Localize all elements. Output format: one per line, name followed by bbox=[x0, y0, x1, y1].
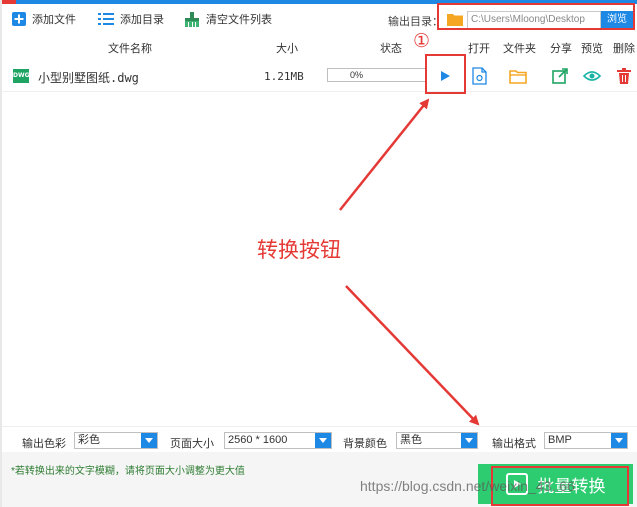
file-name: 小型别墅图纸.dwg bbox=[38, 71, 139, 85]
add-folder-button[interactable]: 添加目录 bbox=[98, 8, 164, 30]
header-size: 大小 bbox=[276, 43, 298, 55]
file-open-icon bbox=[471, 67, 487, 85]
tip-text: *若转换出来的文字模糊，请将页面大小调整为更大值 bbox=[11, 466, 245, 477]
annotation-text: 转换按钮 bbox=[257, 238, 341, 262]
color-select[interactable]: 彩色 bbox=[74, 432, 158, 449]
clear-list-label: 清空文件列表 bbox=[206, 14, 272, 26]
output-dir-highlight bbox=[437, 3, 635, 30]
dwg-file-icon: DWG bbox=[13, 69, 30, 83]
share-icon bbox=[552, 68, 568, 84]
app-window: 添加文件 添加目录 清空文件列表 输出目录： C:\Users\Mloong\D… bbox=[0, 0, 637, 507]
format-select[interactable]: BMP bbox=[544, 432, 628, 449]
page-size-label: 页面大小 bbox=[170, 438, 214, 450]
bg-color-label: 背景颜色 bbox=[343, 438, 387, 450]
play-button-highlight bbox=[425, 54, 466, 94]
list-icon bbox=[98, 13, 114, 25]
options-bar: 输出色彩 彩色 页面大小 2560 * 1600 背景颜色 黑色 输出格式 BM… bbox=[0, 426, 637, 452]
page-size-select-value: 2560 * 1600 bbox=[228, 434, 288, 446]
table-row[interactable]: DWG 小型别墅图纸.dwg 1.21MB 0% bbox=[0, 60, 637, 92]
color-label: 输出色彩 bbox=[22, 438, 66, 450]
eye-icon bbox=[583, 71, 601, 81]
chevron-down-icon bbox=[141, 433, 157, 448]
arrow-to-play bbox=[339, 98, 430, 211]
page-size-select[interactable]: 2560 * 1600 bbox=[224, 432, 332, 449]
format-select-value: BMP bbox=[548, 434, 572, 446]
header-status: 状态 bbox=[380, 43, 402, 55]
header-folder: 文件夹 bbox=[503, 43, 536, 55]
add-file-button[interactable]: 添加文件 bbox=[12, 8, 76, 30]
bg-color-select[interactable]: 黑色 bbox=[396, 432, 478, 449]
folder-open-icon bbox=[509, 69, 527, 84]
progress-label: 0% bbox=[350, 70, 364, 80]
delete-button[interactable] bbox=[613, 65, 635, 87]
format-label: 输出格式 bbox=[492, 438, 536, 450]
header-preview: 预览 bbox=[581, 43, 603, 55]
share-button[interactable] bbox=[549, 65, 571, 87]
plus-icon bbox=[12, 12, 26, 26]
open-folder-button[interactable] bbox=[507, 65, 529, 87]
file-size: 1.21MB bbox=[264, 70, 304, 83]
color-select-value: 彩色 bbox=[78, 434, 100, 446]
output-dir-label: 输出目录： bbox=[388, 16, 443, 28]
window-left-border bbox=[0, 0, 2, 507]
open-file-button[interactable] bbox=[468, 65, 490, 87]
header-open: 打开 bbox=[468, 43, 490, 55]
add-file-label: 添加文件 bbox=[32, 14, 76, 26]
clear-list-button[interactable]: 清空文件列表 bbox=[184, 8, 272, 30]
table-header: 文件名称 大小 状态 打开 文件夹 分享 预览 删除 bbox=[0, 34, 637, 60]
preview-button[interactable] bbox=[581, 65, 603, 87]
step-marker: ① bbox=[413, 30, 431, 52]
chevron-down-icon bbox=[315, 433, 331, 448]
chevron-down-icon bbox=[461, 433, 477, 448]
header-delete: 删除 bbox=[613, 43, 635, 55]
add-folder-label: 添加目录 bbox=[120, 14, 164, 26]
progress-bar: 0% bbox=[327, 68, 427, 82]
header-share: 分享 bbox=[550, 43, 572, 55]
watermark-text: https://blog.csdn.net/weixin_43..66 bbox=[360, 478, 575, 494]
header-file-name: 文件名称 bbox=[108, 43, 152, 55]
broom-icon bbox=[185, 11, 199, 27]
bg-color-select-value: 黑色 bbox=[400, 434, 422, 446]
arrow-to-convert bbox=[345, 285, 480, 426]
chevron-down-icon bbox=[611, 433, 627, 448]
trash-icon bbox=[617, 68, 631, 84]
